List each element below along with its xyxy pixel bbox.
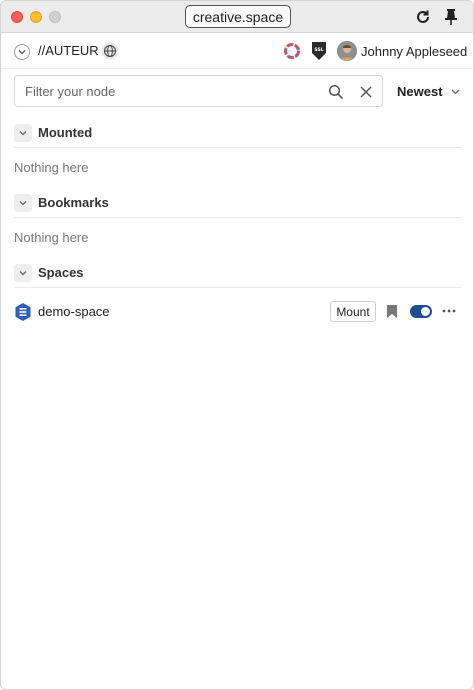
chevron-down-icon[interactable] [14,194,32,212]
user-name[interactable]: Johnny Appleseed [361,44,467,59]
section-title: Spaces [38,265,84,280]
section-bookmarks[interactable]: Bookmarks [14,192,462,218]
pin-icon[interactable] [441,7,461,27]
reload-icon[interactable] [413,7,433,27]
avatar[interactable] [337,41,357,61]
zoom-window-button[interactable] [49,11,61,23]
chevron-down-icon[interactable] [14,264,32,282]
sort-dropdown[interactable]: Newest [397,84,460,99]
window-controls [11,11,61,23]
globe-icon[interactable] [101,42,119,60]
ssl-label: SSL [314,47,323,53]
minimize-window-button[interactable] [30,11,42,23]
ssl-shield-icon[interactable]: SSL [311,41,327,61]
empty-message: Nothing here [14,160,89,175]
list-item[interactable]: demo-space Mount [14,299,462,325]
chevron-down-icon [451,89,459,94]
section-title: Bookmarks [38,195,109,210]
close-icon[interactable] [359,85,373,99]
section-title: Mounted [38,125,93,140]
color-wheel-icon[interactable] [283,42,301,60]
url-pill[interactable]: creative.space [185,5,291,28]
space-hexagon-icon [14,302,32,322]
section-mounted[interactable]: Mounted [14,122,462,148]
section-spaces[interactable]: Spaces [14,262,462,288]
filter-box [14,75,383,107]
filter-input[interactable] [25,76,315,106]
chevron-down-icon[interactable] [14,124,32,142]
mount-button[interactable]: Mount [330,301,376,322]
titlebar: creative.space [1,1,473,33]
bookmark-icon[interactable] [386,304,398,319]
space-name[interactable]: demo-space [38,304,110,319]
node-header: //AUTEUR SSL Johnny Appleseed [1,33,473,69]
node-menu-chevron-icon[interactable] [14,44,30,60]
space-toggle[interactable] [410,305,432,318]
close-window-button[interactable] [11,11,23,23]
sort-label: Newest [397,84,443,99]
node-name[interactable]: //AUTEUR [38,43,99,58]
search-icon[interactable] [328,84,344,100]
empty-message: Nothing here [14,230,89,245]
toggle-knob [421,307,430,316]
more-options-icon[interactable] [441,304,457,318]
app-window: creative.space //AUTEUR SSL Johnny Apple… [0,0,474,690]
